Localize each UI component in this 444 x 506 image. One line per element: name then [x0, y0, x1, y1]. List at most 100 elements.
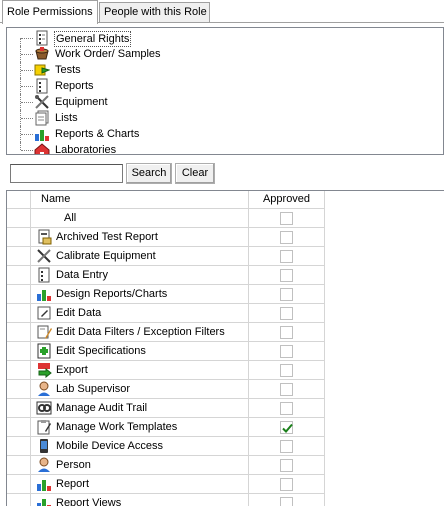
clear-button[interactable]: Clear	[175, 163, 215, 184]
approved-cell[interactable]	[249, 456, 325, 475]
approved-checkbox[interactable]	[280, 212, 293, 225]
row-header-cell[interactable]	[7, 209, 31, 228]
tests-icon	[34, 62, 51, 78]
name-cell[interactable]: Design Reports/Charts	[31, 285, 249, 304]
name-column-header[interactable]: Name	[31, 191, 249, 209]
approved-checkbox[interactable]	[280, 459, 293, 472]
row-header-cell[interactable]	[7, 285, 31, 304]
table-row[interactable]: Archived Test Report	[7, 228, 325, 247]
name-cell[interactable]: Data Entry	[31, 266, 249, 285]
approved-checkbox[interactable]	[280, 326, 293, 339]
approved-checkbox[interactable]	[280, 364, 293, 377]
name-cell[interactable]: Report	[31, 475, 249, 494]
table-row[interactable]: Data Entry	[7, 266, 325, 285]
tree-item[interactable]: Work Order/ Samples	[7, 46, 437, 62]
row-header-cell[interactable]	[7, 228, 31, 247]
approved-checkbox[interactable]	[280, 402, 293, 415]
tree-item[interactable]: Equipment	[7, 94, 437, 110]
approved-checkbox[interactable]	[280, 497, 293, 506]
table-row[interactable]: Lab Supervisor	[7, 380, 325, 399]
lab-supervisor-icon	[36, 381, 52, 397]
row-header-cell[interactable]	[7, 456, 31, 475]
approved-cell[interactable]	[249, 437, 325, 456]
approved-column-header[interactable]: Approved	[249, 191, 325, 209]
approved-cell[interactable]	[249, 323, 325, 342]
row-header-cell[interactable]	[7, 475, 31, 494]
search-button[interactable]: Search	[126, 163, 172, 184]
approved-checkbox[interactable]	[280, 440, 293, 453]
approved-checkbox[interactable]	[280, 478, 293, 491]
approved-checkbox[interactable]	[280, 269, 293, 282]
search-input[interactable]	[10, 164, 123, 183]
row-header-cell[interactable]	[7, 380, 31, 399]
row-header-cell[interactable]	[7, 247, 31, 266]
approved-cell[interactable]	[249, 228, 325, 247]
name-cell[interactable]: Archived Test Report	[31, 228, 249, 247]
table-row[interactable]: Report Views	[7, 494, 325, 506]
approved-checkbox[interactable]	[280, 383, 293, 396]
approved-cell[interactable]	[249, 494, 325, 506]
approved-checkbox[interactable]	[280, 345, 293, 358]
name-cell[interactable]: Person	[31, 456, 249, 475]
table-row[interactable]: Calibrate Equipment	[7, 247, 325, 266]
row-header-cell[interactable]	[7, 266, 31, 285]
table-row[interactable]: Manage Work Templates	[7, 418, 325, 437]
archived-report-icon	[36, 229, 52, 245]
table-row[interactable]: Manage Audit Trail	[7, 399, 325, 418]
approved-cell[interactable]	[249, 361, 325, 380]
table-row[interactable]: Edit Data	[7, 304, 325, 323]
approved-checkbox[interactable]	[280, 288, 293, 301]
name-cell[interactable]: Edit Data Filters / Exception Filters	[31, 323, 249, 342]
row-header-cell[interactable]	[7, 399, 31, 418]
approved-cell[interactable]	[249, 475, 325, 494]
approved-cell[interactable]	[249, 266, 325, 285]
tree-item[interactable]: Tests	[7, 62, 437, 78]
row-header-cell[interactable]	[7, 342, 31, 361]
name-cell[interactable]: Edit Specifications	[31, 342, 249, 361]
row-header-cell[interactable]	[7, 437, 31, 456]
tab-role-permissions[interactable]: Role Permissions	[2, 0, 98, 24]
name-cell[interactable]: Manage Audit Trail	[31, 399, 249, 418]
row-header-cell[interactable]	[7, 304, 31, 323]
tree-item[interactable]: Lists	[7, 110, 437, 126]
table-row[interactable]: All	[7, 209, 325, 228]
name-cell[interactable]: Lab Supervisor	[31, 380, 249, 399]
approved-cell[interactable]	[249, 418, 325, 437]
row-header-cell[interactable]	[7, 323, 31, 342]
table-row[interactable]: Report	[7, 475, 325, 494]
name-cell[interactable]: Export	[31, 361, 249, 380]
table-row[interactable]: Export	[7, 361, 325, 380]
name-cell[interactable]: Manage Work Templates	[31, 418, 249, 437]
approved-cell[interactable]	[249, 285, 325, 304]
table-row[interactable]: Edit Specifications	[7, 342, 325, 361]
approved-cell[interactable]	[249, 304, 325, 323]
approved-checkbox[interactable]	[280, 421, 293, 434]
row-header-cell[interactable]	[7, 361, 31, 380]
approved-checkbox[interactable]	[280, 231, 293, 244]
row-header-cell[interactable]	[7, 418, 31, 437]
name-cell[interactable]: All	[31, 209, 249, 228]
name-cell[interactable]: Calibrate Equipment	[31, 247, 249, 266]
approved-cell[interactable]	[249, 342, 325, 361]
name-cell[interactable]: Mobile Device Access	[31, 437, 249, 456]
tree-item[interactable]: General Rights	[7, 30, 437, 54]
permission-category-tree[interactable]: General Rights Work Order/ Samples Tests Re…	[6, 27, 444, 155]
approved-cell[interactable]	[249, 247, 325, 266]
name-cell[interactable]: Report Views	[31, 494, 249, 506]
row-header-cell[interactable]	[7, 494, 31, 506]
approved-cell[interactable]	[249, 209, 325, 228]
table-row[interactable]: Mobile Device Access	[7, 437, 325, 456]
name-cell[interactable]: Edit Data	[31, 304, 249, 323]
approved-cell[interactable]	[249, 380, 325, 399]
laboratories-icon	[34, 142, 50, 154]
approved-checkbox[interactable]	[280, 307, 293, 320]
tree-item[interactable]: Laboratories	[7, 142, 437, 154]
table-row[interactable]: Edit Data Filters / Exception Filters	[7, 323, 325, 342]
tree-item[interactable]: Reports	[7, 78, 437, 94]
approved-checkbox[interactable]	[280, 250, 293, 263]
tab-people-with-role[interactable]: People with this Role	[99, 2, 210, 22]
tree-item[interactable]: Reports & Charts	[7, 126, 437, 142]
table-row[interactable]: Person	[7, 456, 325, 475]
table-row[interactable]: Design Reports/Charts	[7, 285, 325, 304]
approved-cell[interactable]	[249, 399, 325, 418]
